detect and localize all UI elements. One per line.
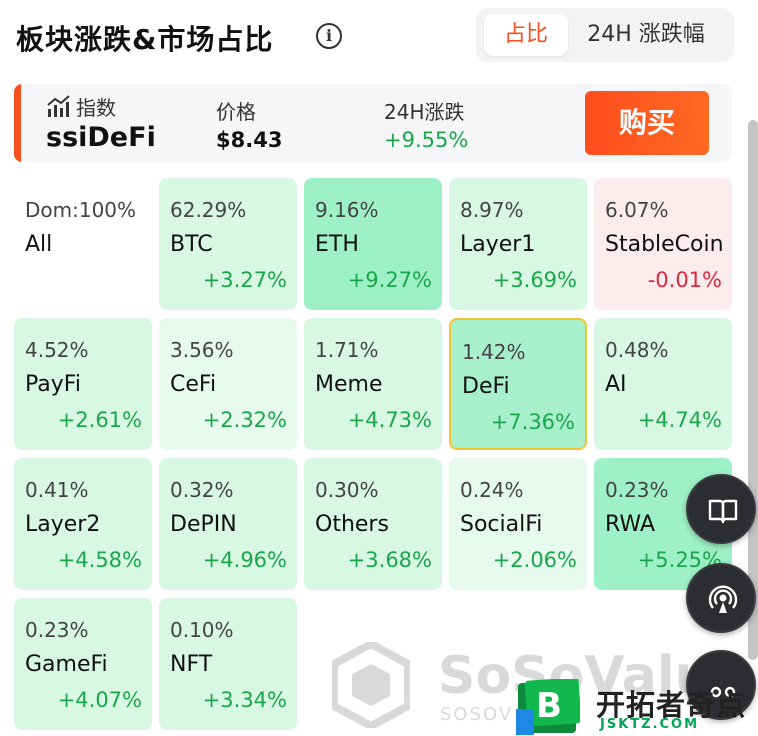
sector-tile-all[interactable]: Dom:100% All (14, 178, 152, 310)
index-name: ssiDeFi (46, 122, 156, 153)
sector-change: +2.61% (57, 408, 142, 432)
sector-change: -0.01% (647, 268, 722, 292)
page-title: 板块涨跌&市场占比 (16, 23, 274, 56)
book-icon (708, 499, 738, 524)
sector-change: +3.68% (347, 548, 432, 572)
sector-share: 0.23% (605, 478, 669, 502)
sector-tile-ai[interactable]: 0.48% AI +4.74% (594, 318, 732, 450)
sector-tile-socialfi[interactable]: 0.24% SocialFi +2.06% (449, 458, 587, 590)
sector-name: Layer1 (460, 232, 536, 257)
sector-name: StableCoin (605, 232, 724, 257)
sector-tile-btc[interactable]: 62.29% BTC +3.27% (159, 178, 297, 310)
sector-change: +3.34% (202, 688, 287, 712)
sector-name: BTC (170, 232, 213, 257)
badge-logo-icon: B (516, 679, 580, 735)
sector-tile-layer2[interactable]: 0.41% Layer2 +4.58% (14, 458, 152, 590)
sector-share: 1.42% (462, 340, 526, 364)
index-bar: 指数 ssiDeFi 价格 $8.43 24H涨跌 +9.55% 购买 (14, 84, 732, 162)
broadcast-icon (708, 585, 738, 613)
sector-share: 0.41% (25, 478, 89, 502)
change-value: +9.55% (384, 128, 469, 152)
sector-name: PayFi (25, 372, 81, 397)
sector-tile-gamefi[interactable]: 0.23% GameFi +4.07% (14, 598, 152, 730)
badge-letter: B (536, 686, 562, 726)
sector-share: 0.48% (605, 338, 669, 362)
sector-name: Others (315, 512, 389, 537)
sector-name: AI (605, 372, 627, 397)
chart-icon (47, 95, 70, 117)
price-label: 价格 (216, 100, 256, 124)
sector-share: 0.30% (315, 478, 379, 502)
sector-share: 0.32% (170, 478, 234, 502)
sector-tile-meme[interactable]: 1.71% Meme +4.73% (304, 318, 442, 450)
site-badge: B 开拓者奇点 JSKTZ.COM (516, 679, 756, 735)
sector-share: 6.07% (605, 198, 669, 222)
sector-tile-eth[interactable]: 9.16% ETH +9.27% (304, 178, 442, 310)
sector-change: +7.36% (490, 410, 575, 434)
sector-change: +4.58% (57, 548, 142, 572)
sector-share: 0.10% (170, 618, 234, 642)
sector-name: SocialFi (460, 512, 543, 537)
live-button[interactable] (686, 563, 756, 633)
sector-tile-payfi[interactable]: 4.52% PayFi +2.61% (14, 318, 152, 450)
sector-share: Dom:100% (25, 198, 137, 222)
sector-name: All (25, 232, 53, 257)
index-label: 指数 (76, 96, 116, 120)
sector-change: +3.27% (202, 268, 287, 292)
sector-name: DeFi (462, 374, 510, 399)
sector-name: ETH (315, 232, 359, 257)
buy-button[interactable]: 购买 (585, 91, 709, 155)
sector-share: 0.24% (460, 478, 524, 502)
sector-tile-nft[interactable]: 0.10% NFT +3.34% (159, 598, 297, 730)
tab-24h-change[interactable]: 24H 涨跌幅 (576, 14, 716, 56)
sector-name: GameFi (25, 652, 108, 677)
view-toggle: 占比 24H 涨跌幅 (476, 8, 734, 62)
change-label: 24H涨跌 (384, 100, 465, 124)
badge-sub: JSKTZ.COM (600, 717, 700, 732)
sector-change: +3.69% (492, 268, 577, 292)
sector-name: CeFi (170, 372, 217, 397)
sector-share: 4.52% (25, 338, 89, 362)
sector-grid: Dom:100% All 62.29% BTC +3.27% 9.16% ETH +9.27%… (14, 178, 734, 734)
sector-tile-layer1[interactable]: 8.97% Layer1 +3.69% (449, 178, 587, 310)
sector-tile-cefi[interactable]: 3.56% CeFi +2.32% (159, 318, 297, 450)
sector-share: 9.16% (315, 198, 379, 222)
sector-name: Layer2 (25, 512, 101, 537)
header: 板块涨跌&市场占比 i 占比 24H 涨跌幅 (0, 0, 758, 74)
sector-name: Meme (315, 372, 383, 397)
sector-change: +2.06% (492, 548, 577, 572)
sector-change: +4.74% (637, 408, 722, 432)
sector-change: +9.27% (347, 268, 432, 292)
accent-stripe (14, 84, 21, 162)
sector-name: NFT (170, 652, 213, 677)
guide-button[interactable] (686, 474, 756, 544)
sector-tile-depin[interactable]: 0.32% DePIN +4.96% (159, 458, 297, 590)
price-value: $8.43 (216, 128, 283, 152)
sector-tile-stablecoin[interactable]: 6.07% StableCoin -0.01% (594, 178, 732, 310)
info-icon[interactable]: i (316, 23, 342, 49)
sector-share: 8.97% (460, 198, 524, 222)
sector-tile-defi[interactable]: 1.42% DeFi +7.36% (449, 318, 587, 450)
sector-change: +4.73% (347, 408, 432, 432)
sector-share: 3.56% (170, 338, 234, 362)
tab-share[interactable]: 占比 (484, 14, 568, 56)
sector-share: 1.71% (315, 338, 379, 362)
sector-change: +4.96% (202, 548, 287, 572)
sector-name: DePIN (170, 512, 237, 537)
sector-change: +4.07% (57, 688, 142, 712)
sector-share: 0.23% (25, 618, 89, 642)
sector-share: 62.29% (170, 198, 247, 222)
sector-change: +2.32% (202, 408, 287, 432)
sector-tile-others[interactable]: 0.30% Others +3.68% (304, 458, 442, 590)
